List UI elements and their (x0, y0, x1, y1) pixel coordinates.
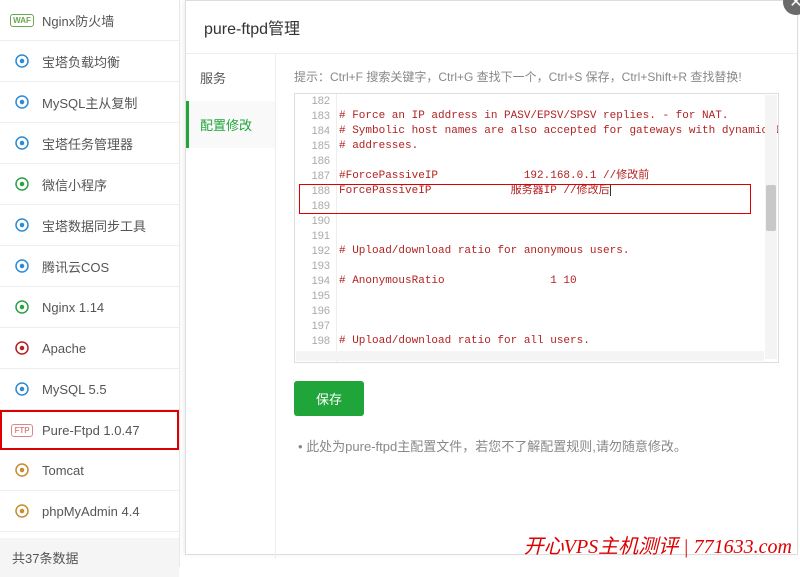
pureftpd-modal: ✕ pure-ftpd管理 服务 配置修改 提示：Ctrl+F 搜索关键字，Ct… (185, 0, 798, 555)
modal-nav: 服务 配置修改 (186, 54, 276, 559)
mysql-icon (12, 379, 32, 399)
sidebar-item-label: 微信小程序 (42, 175, 107, 194)
sidebar-item-apache[interactable]: Apache (0, 328, 179, 369)
taskmgr-icon (12, 133, 32, 153)
pma-icon (12, 501, 32, 521)
sidebar-item-mysql[interactable]: MySQL 5.5 (0, 369, 179, 410)
apache-icon (12, 338, 32, 358)
sidebar-item-label: phpMyAdmin 4.4 (42, 504, 140, 519)
sidebar-item-label: Nginx 1.14 (42, 300, 104, 315)
config-note: 此处为pure-ftpd主配置文件，若您不了解配置规则,请勿随意修改。 (294, 436, 779, 455)
sidebar-item-label: 宝塔任务管理器 (42, 134, 133, 153)
editor-gutter: 1821831841851861871881891901911921931941… (295, 94, 337, 362)
sidebar-item-label: Apache (42, 341, 86, 356)
mysql-repl-icon (12, 92, 32, 112)
modal-title: pure-ftpd管理 (186, 1, 797, 54)
sidebar-footer: 共37条数据 (0, 538, 179, 577)
config-editor[interactable]: 1821831841851861871881891901911921931941… (294, 93, 779, 363)
loadbal-icon (12, 51, 32, 71)
sidebar-item-pma[interactable]: phpMyAdmin 4.4 (0, 491, 179, 532)
sidebar-item-label: Tomcat (42, 463, 84, 478)
sidebar-item-label: 腾讯云COS (42, 257, 109, 276)
waf-icon: WAF (12, 10, 32, 30)
ftp-icon: FTP (12, 420, 32, 440)
nginx-icon (12, 297, 32, 317)
sidebar-item-loadbal[interactable]: 宝塔负载均衡 (0, 41, 179, 82)
tab-service[interactable]: 服务 (186, 54, 275, 101)
scrollbar-horizontal[interactable] (296, 351, 764, 361)
sidebar-item-waf[interactable]: WAF Nginx防火墙 (0, 0, 179, 41)
sidebar-item-label: MySQL 5.5 (42, 382, 107, 397)
sidebar-item-tomcat[interactable]: Tomcat (0, 450, 179, 491)
sidebar-item-label: Nginx防火墙 (42, 11, 114, 30)
sidebar-item-mysql-repl[interactable]: MySQL主从复制 (0, 82, 179, 123)
sidebar-item-label: 宝塔负载均衡 (42, 52, 120, 71)
sidebar-item-label: 宝塔数据同步工具 (42, 216, 146, 235)
watermark: 开心VPS主机测评 | 771633.com (524, 530, 792, 559)
sync-icon (12, 215, 32, 235)
save-button[interactable]: 保存 (294, 381, 364, 416)
tomcat-icon (12, 460, 32, 480)
sidebar-item-nginx[interactable]: Nginx 1.14 (0, 287, 179, 328)
sidebar-item-label: Pure-Ftpd 1.0.47 (42, 423, 140, 438)
editor-code[interactable]: # Force an IP address in PASV/EPSV/SPSV … (339, 94, 778, 362)
sidebar-item-sync[interactable]: 宝塔数据同步工具 (0, 205, 179, 246)
scrollbar-vertical[interactable] (765, 95, 777, 359)
sidebar-item-wechat[interactable]: 微信小程序 (0, 164, 179, 205)
tab-config[interactable]: 配置修改 (186, 101, 275, 148)
config-panel: 提示：Ctrl+F 搜索关键字，Ctrl+G 查找下一个，Ctrl+S 保存，C… (276, 54, 797, 559)
sidebar-item-cos[interactable]: 腾讯云COS (0, 246, 179, 287)
software-sidebar: WAF Nginx防火墙宝塔负载均衡 MySQL主从复制宝塔任务管理器微信小程序宝塔… (0, 0, 180, 567)
sidebar-item-label: MySQL主从复制 (42, 93, 137, 112)
sidebar-item-taskmgr[interactable]: 宝塔任务管理器 (0, 123, 179, 164)
editor-hint: 提示：Ctrl+F 搜索关键字，Ctrl+G 查找下一个，Ctrl+S 保存，C… (294, 68, 779, 85)
wechat-icon (12, 174, 32, 194)
sidebar-item-ftp[interactable]: FTP Pure-Ftpd 1.0.47 (0, 410, 179, 450)
cos-icon (12, 256, 32, 276)
